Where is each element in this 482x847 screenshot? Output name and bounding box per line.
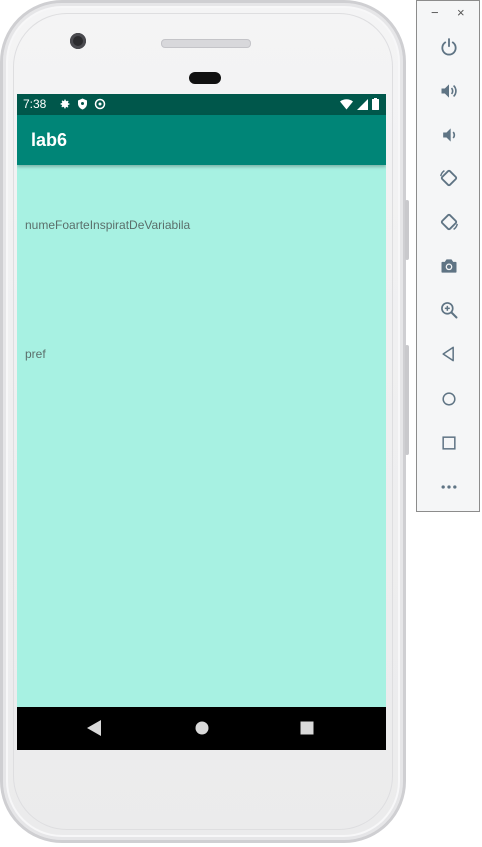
power-icon[interactable] <box>437 35 461 59</box>
app-bar: lab6 <box>17 115 386 165</box>
emulator-toolbar: − × <box>416 0 480 512</box>
volume-down-icon[interactable] <box>437 123 461 147</box>
data-saver-icon <box>94 98 106 113</box>
signal-icon <box>357 98 368 113</box>
wifi-icon <box>340 98 353 113</box>
close-button[interactable]: × <box>457 5 465 20</box>
front-camera <box>70 33 86 49</box>
device-screen: 7:38 lab6 numeFoarteInspiratDeVariabila … <box>17 94 386 750</box>
nav-overview-icon[interactable] <box>300 720 314 741</box>
shield-icon <box>77 98 88 113</box>
status-time: 7:38 <box>23 97 47 111</box>
nav-home-icon[interactable] <box>195 720 209 741</box>
app-title: lab6 <box>31 130 68 150</box>
navigation-bar <box>17 707 386 750</box>
back-icon[interactable] <box>437 342 461 366</box>
volume-up-icon[interactable] <box>437 79 461 103</box>
nav-back-icon[interactable] <box>87 720 101 741</box>
zoom-icon[interactable] <box>437 298 461 322</box>
battery-icon <box>372 98 379 113</box>
minimize-button[interactable]: − <box>431 5 439 20</box>
rotate-left-icon[interactable] <box>437 166 461 190</box>
more-icon[interactable] <box>437 475 461 499</box>
pref-text: pref <box>25 347 46 361</box>
side-button <box>405 200 409 260</box>
earpiece-speaker <box>161 39 251 48</box>
status-bar: 7:38 <box>17 94 386 115</box>
rotate-right-icon[interactable] <box>437 210 461 234</box>
home-icon[interactable] <box>437 387 461 411</box>
settings-icon <box>59 98 71 113</box>
camera-icon[interactable] <box>437 254 461 278</box>
proximity-sensor <box>189 72 221 84</box>
overview-icon[interactable] <box>437 431 461 455</box>
variable-name-text: numeFoarteInspiratDeVariabila <box>25 218 191 232</box>
side-button <box>405 345 409 455</box>
